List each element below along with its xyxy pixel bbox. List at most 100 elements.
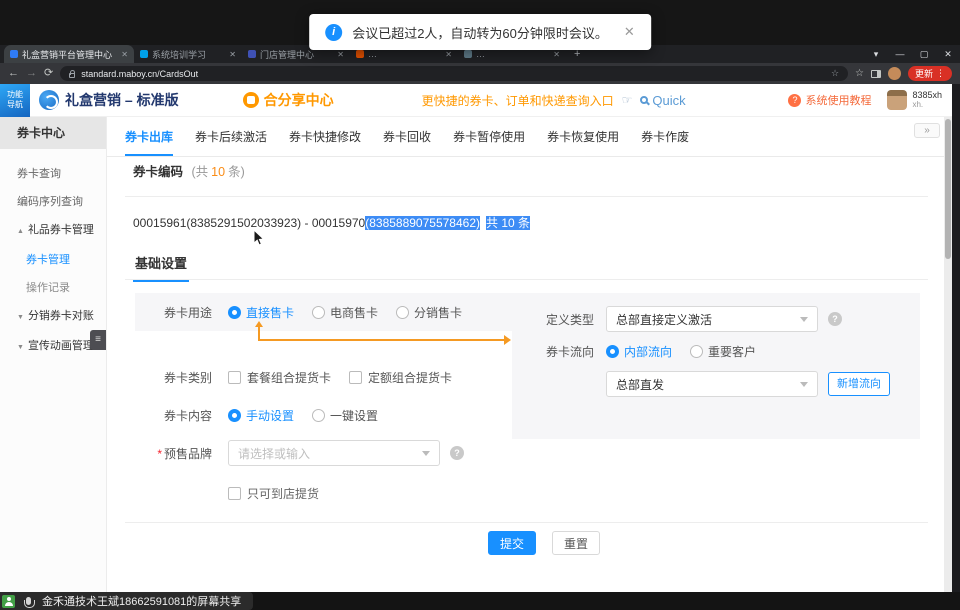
connector-arrow-right-icon (504, 335, 511, 345)
presale-brand-select[interactable]: 请选择或输入 (228, 440, 440, 466)
browser-tab-2[interactable]: 系统培训学习 ✕ (134, 45, 242, 63)
screen-share-bar: 金禾通技术王斌18662591081的屏幕共享 (0, 592, 960, 610)
url-text[interactable]: standard.maboy.cn/CardsOut (81, 69, 825, 79)
define-type-select[interactable]: 总部直接定义激活 (606, 306, 818, 332)
address-bar[interactable]: standard.maboy.cn/CardsOut ☆ (60, 66, 848, 81)
help-icon[interactable]: ? (450, 446, 464, 460)
sidebar-item-operation-records[interactable]: 操作记录 (0, 274, 106, 302)
tab-card-followup-activation[interactable]: 券卡后续激活 (195, 128, 267, 156)
checkbox-store-pickup-only[interactable]: 只可到店提货 (228, 485, 319, 502)
option-label[interactable]: 只可到店提货 (247, 485, 319, 502)
content-label: 券卡内容 (135, 407, 212, 424)
checkbox-package-combo-card[interactable]: 套餐组合提货卡 (228, 369, 331, 386)
reload-icon[interactable]: ⟳ (44, 63, 53, 84)
sidebar-item-card-query[interactable]: 券卡查询 (0, 160, 106, 188)
radio-icon[interactable] (312, 409, 325, 422)
tab-card-void[interactable]: 券卡作废 (641, 128, 689, 156)
bookmark-star-icon[interactable]: ☆ (831, 68, 839, 79)
sidebar-item-card-management[interactable]: 券卡管理 (0, 246, 106, 274)
sidebar-group-gift-card-mgmt[interactable]: ▲礼品券卡管理 (0, 216, 106, 246)
content-row: 券卡内容 手动设置 一键设置 (135, 401, 920, 429)
option-label[interactable]: 一键设置 (330, 407, 378, 424)
user-avatar[interactable] (887, 90, 907, 110)
tab-card-recycle[interactable]: 券卡回收 (383, 128, 431, 156)
radio-icon[interactable] (396, 306, 409, 319)
quick-link[interactable]: Quick (652, 93, 685, 108)
radio-distribution-sale[interactable]: 分销售卡 (396, 304, 462, 321)
define-type-row: 定义类型 总部直接定义激活 ? (536, 306, 920, 332)
browser-tab-1[interactable]: 礼盒营销平台管理中心 ✕ (4, 45, 134, 63)
radio-one-click-setting[interactable]: 一键设置 (312, 407, 378, 424)
sidebar-item-code-sequence-query[interactable]: 编码序列查询 (0, 188, 106, 216)
radio-important-customer[interactable]: 重要客户 (690, 343, 756, 360)
radio-ecommerce-sale[interactable]: 电商售卡 (312, 304, 378, 321)
sidebar-collapse-handle[interactable]: ≡ (90, 330, 106, 350)
tutorial-icon: ? (788, 94, 801, 107)
tab-close-icon[interactable]: ✕ (553, 50, 560, 59)
tab-close-icon[interactable]: ✕ (121, 50, 128, 59)
select-value: 总部直接定义激活 (616, 311, 712, 328)
help-icon[interactable]: ? (828, 312, 842, 326)
option-label[interactable]: 手动设置 (246, 407, 294, 424)
tab-card-suspend[interactable]: 券卡暂停使用 (453, 128, 525, 156)
checkbox-icon[interactable] (228, 487, 241, 500)
option-label[interactable]: 内部流向 (624, 343, 672, 360)
radio-icon[interactable] (606, 345, 619, 358)
tab-close-icon[interactable]: ✕ (229, 50, 236, 59)
radio-icon[interactable] (690, 345, 703, 358)
page-scrollbar[interactable] (944, 117, 952, 592)
function-nav-toggle[interactable]: 功能 导航 (0, 84, 30, 117)
codes-count-badge: 共 10 条 (486, 216, 530, 230)
option-label[interactable]: 重要客户 (708, 343, 756, 360)
chrome-update-button[interactable]: 更新 ⋮ (908, 66, 952, 81)
option-label[interactable]: 直接售卡 (246, 304, 294, 321)
close-icon[interactable]: ✕ (624, 24, 635, 40)
radio-icon[interactable] (228, 409, 241, 422)
tab-close-icon[interactable]: ✕ (337, 50, 344, 59)
radio-direct-sale[interactable]: 直接售卡 (228, 304, 294, 321)
sidebar-group-distribution-reconcile[interactable]: ▼分销券卡对账 (0, 302, 106, 332)
profile-avatar[interactable] (888, 67, 901, 80)
tab-card-quick-edit[interactable]: 券卡快捷修改 (289, 128, 361, 156)
window-close-icon[interactable]: ✕ (936, 45, 960, 63)
checkbox-icon[interactable] (349, 371, 362, 384)
minimize-icon[interactable]: — (888, 45, 912, 63)
bookmarks-icon[interactable]: ☆ (855, 68, 864, 79)
codes-count-suffix: 条) (228, 165, 245, 179)
pointer-hand-icon: ☞ (622, 93, 633, 107)
divider (125, 522, 928, 523)
panel-collapse-button[interactable]: » (914, 123, 940, 138)
option-label[interactable]: 套餐组合提货卡 (247, 369, 331, 386)
category-label: 券卡类别 (135, 369, 212, 386)
scrollbar-thumb[interactable] (945, 119, 951, 259)
back-icon[interactable]: ← (8, 63, 19, 84)
submit-button[interactable]: 提交 (488, 531, 536, 555)
basic-settings-title: 基础设置 (133, 253, 189, 282)
radio-icon[interactable] (312, 306, 325, 319)
reset-button[interactable]: 重置 (552, 531, 600, 555)
tab-search-icon[interactable]: ▾ (864, 45, 888, 63)
checkbox-icon[interactable] (228, 371, 241, 384)
maximize-icon[interactable]: ▢ (912, 45, 936, 63)
checkbox-fixed-combo-card[interactable]: 定额组合提货卡 (349, 369, 452, 386)
favicon (248, 50, 256, 58)
share-center-link[interactable]: 合分享中心 (264, 90, 334, 110)
update-label: 更新 (915, 67, 933, 80)
divider (125, 196, 928, 197)
tab-card-outbound[interactable]: 券卡出库 (125, 128, 173, 156)
option-label[interactable]: 电商售卡 (330, 304, 378, 321)
tab-close-icon[interactable]: ✕ (445, 50, 452, 59)
tutorial-label: 系统使用教程 (805, 92, 871, 108)
browser-toolbar: ← → ⟳ standard.maboy.cn/CardsOut ☆ ☆ 更新 … (0, 63, 960, 84)
radio-manual-setting[interactable]: 手动设置 (228, 407, 294, 424)
radio-internal-flow[interactable]: 内部流向 (606, 343, 672, 360)
option-label[interactable]: 分销售卡 (414, 304, 462, 321)
tutorial-link[interactable]: ? 系统使用教程 (788, 92, 871, 108)
user-info: 8385xh xh. (912, 91, 942, 110)
radio-icon[interactable] (228, 306, 241, 319)
forward-icon[interactable]: → (26, 63, 37, 84)
side-panel-icon[interactable] (871, 70, 881, 78)
option-label[interactable]: 定额组合提货卡 (368, 369, 452, 386)
tab-card-resume[interactable]: 券卡恢复使用 (547, 128, 619, 156)
favicon (140, 50, 148, 58)
